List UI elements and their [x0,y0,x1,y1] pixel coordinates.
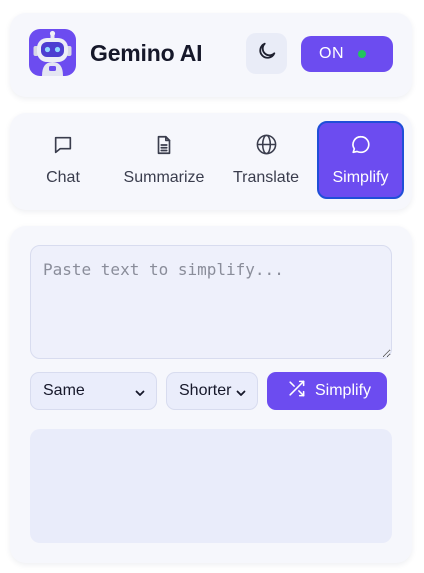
speech-bubble-icon [350,134,372,161]
moon-icon [256,40,278,67]
tab-summarize[interactable]: Summarize [118,121,210,199]
tab-translate-label: Translate [232,169,300,186]
power-toggle-label: ON [319,45,344,62]
app-title: Gemino AI [90,40,203,66]
simplify-button-label: Simplify [315,382,372,399]
globe-icon [255,133,278,161]
header-card: Gemino AI ON [10,13,412,97]
shuffle-icon [287,379,306,403]
tab-simplify-label: Simplify [332,168,389,186]
theme-toggle-button[interactable] [246,33,287,74]
simplify-panel: Same Shorter Simplify [10,226,412,563]
chevron-down-icon [134,386,146,404]
document-icon [153,134,175,161]
power-toggle-button[interactable]: ON [301,36,393,72]
tab-bar: Chat Summarize Translate Simplify [10,113,412,210]
tab-simplify[interactable]: Simplify [317,121,404,199]
status-dot [358,50,366,58]
length-select-value: Shorter [179,382,232,399]
length-select[interactable]: Shorter [166,372,258,410]
robot-icon [29,29,76,76]
simplify-button[interactable]: Simplify [267,372,387,410]
chevron-down-icon [235,386,247,404]
chat-bubble-icon [52,134,74,161]
level-select-value: Same [43,382,85,399]
level-select[interactable]: Same [30,372,157,410]
tab-chat-label: Chat [46,168,80,186]
tab-translate[interactable]: Translate [228,121,304,199]
simplify-input[interactable] [30,245,392,359]
tab-chat[interactable]: Chat [24,121,102,199]
tab-summarize-label: Summarize [123,168,205,186]
simplify-output [30,429,392,543]
